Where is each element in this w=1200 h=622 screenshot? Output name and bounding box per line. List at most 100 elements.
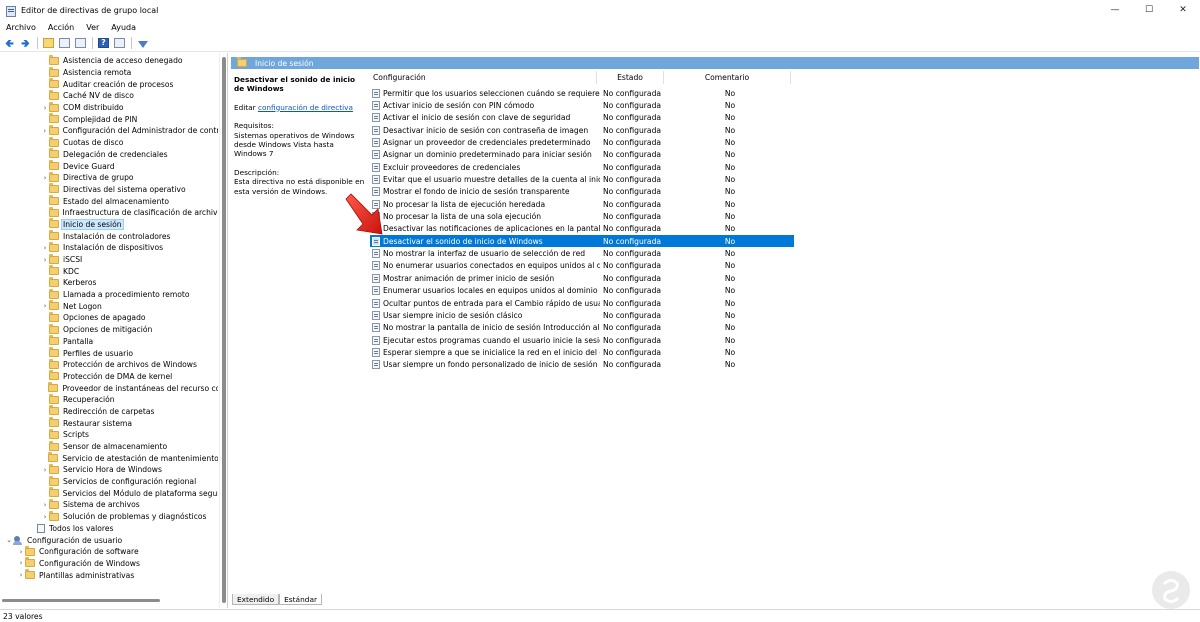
export-icon[interactable]	[74, 37, 87, 50]
tree-item-instalacion-de-dispositivos[interactable]: › Instalación de dispositivos	[0, 241, 218, 254]
close-icon[interactable]: ✕	[1166, 0, 1200, 20]
tree-item-com-distribuido[interactable]: › COM distribuido	[0, 101, 218, 114]
tree-item-directivas-del-sistema-operativo[interactable]: Directivas del sistema operativo	[0, 183, 218, 196]
tree-item-delegacion-de-credenciales[interactable]: Delegación de credenciales	[0, 148, 218, 161]
menu-archivo[interactable]: Archivo	[0, 23, 42, 32]
policy-row[interactable]: No procesar la lista de ejecución hereda…	[370, 198, 794, 210]
filter-icon[interactable]	[136, 37, 149, 50]
tab-extendido[interactable]: Extendido	[232, 594, 280, 605]
policy-row[interactable]: Usar siempre un fondo personalizado de i…	[370, 359, 794, 371]
policy-row[interactable]: No procesar la lista de una sola ejecuci…	[370, 210, 794, 222]
tree-item-llamada-a-procedimiento-remoto[interactable]: Llamada a procedimiento remoto	[0, 288, 218, 301]
tree-item-cache-nv-de-disco[interactable]: Caché NV de disco	[0, 89, 218, 102]
tree-item-asistencia-de-acceso-denegado[interactable]: Asistencia de acceso denegado	[0, 54, 218, 67]
maximize-icon[interactable]: ☐	[1132, 0, 1166, 20]
policy-row[interactable]: No enumerar usuarios conectados en equip…	[370, 260, 794, 272]
chevron-right-icon[interactable]: ›	[41, 256, 49, 264]
policy-row[interactable]: Enumerar usuarios locales en equipos uni…	[370, 285, 794, 297]
policy-row[interactable]: Activar el inicio de sesión con clave de…	[370, 112, 794, 124]
tree-item-configuracion-de-windows[interactable]: › Configuración de Windows	[0, 557, 218, 570]
tree-item-plantillas-administrativas[interactable]: › Plantillas administrativas	[0, 569, 218, 581]
tree-item-proteccion-de-dma-de-kernel[interactable]: Protección de DMA de kernel	[0, 370, 218, 383]
policy-row[interactable]: Esperar siempre a que se inicialice la r…	[370, 346, 794, 358]
column-header-estado[interactable]: Estado	[597, 71, 664, 84]
tree-item-auditar-creacion-de-procesos[interactable]: Auditar creación de procesos	[0, 78, 218, 90]
tab-estandar[interactable]: Estándar	[279, 594, 323, 605]
tree-item-recuperacion[interactable]: Recuperación	[0, 393, 218, 406]
policy-row[interactable]: Desactivar inicio de sesión con contrase…	[370, 124, 794, 136]
policy-row[interactable]: Evitar que el usuario muestre detalles d…	[370, 173, 794, 185]
tree-item-perfiles-de-usuario[interactable]: Perfiles de usuario	[0, 347, 218, 359]
chevron-right-icon[interactable]: ›	[41, 501, 49, 509]
menu-ayuda[interactable]: Ayuda	[105, 23, 142, 32]
tree-item-net-logon[interactable]: › Net Logon	[0, 300, 218, 312]
tree-item-infraestructura-de-clasificacion-de-archivos[interactable]: Infraestructura de clasificación de arch…	[0, 206, 218, 219]
tree-item-servicios-de-configuracion-regional[interactable]: Servicios de configuración regional	[0, 475, 218, 488]
policy-row[interactable]: No mostrar la interfaz de usuario de sel…	[370, 247, 794, 259]
menu-ver[interactable]: Ver	[80, 23, 105, 32]
tree-item-sistema-de-archivos[interactable]: › Sistema de archivos	[0, 498, 218, 511]
tree-item-redireccion-de-carpetas[interactable]: Redirección de carpetas	[0, 405, 218, 418]
forward-icon[interactable]: 🢂	[19, 37, 32, 50]
tree-item-kdc[interactable]: KDC	[0, 265, 218, 277]
policy-row[interactable]: Usar siempre inicio de sesión clásico No …	[370, 309, 794, 321]
column-header-comentario[interactable]: Comentario	[664, 71, 791, 84]
edit-policy-link[interactable]: configuración de directiva	[258, 103, 353, 112]
tree-item-solucion-de-problemas-y-diagnosticos[interactable]: › Solución de problemas y diagnósticos	[0, 510, 218, 523]
tree-item-instalacion-de-controladores[interactable]: Instalación de controladores	[0, 230, 218, 242]
tree-item-complejidad-de-pin[interactable]: Complejidad de PIN	[0, 113, 218, 125]
tree-item-pantalla[interactable]: Pantalla	[0, 335, 218, 348]
show-hide-tree-icon[interactable]	[58, 37, 71, 50]
up-folder-icon[interactable]	[42, 37, 55, 50]
policy-row[interactable]: Activar inicio de sesión con PIN cómodo N…	[370, 99, 794, 111]
policy-row[interactable]: Asignar un dominio predeterminado para i…	[370, 149, 794, 161]
tree-item-opciones-de-apagado[interactable]: Opciones de apagado	[0, 311, 218, 324]
tree-item-servicios-del-modulo-de-plataforma-segura[interactable]: Servicios del Módulo de plataforma segur…	[0, 487, 218, 499]
tree-item-iscsi[interactable]: › iSCSI	[0, 253, 218, 266]
policy-row[interactable]: Mostrar el fondo de inicio de sesión tra…	[370, 186, 794, 198]
tree-horizontal-scrollbar[interactable]	[2, 598, 217, 604]
policy-row[interactable]: Ocultar puntos de entrada para el Cambio…	[370, 297, 794, 309]
tree-item-cuotas-de-disco[interactable]: Cuotas de disco	[0, 136, 218, 149]
tree-item-configuracion-de-software[interactable]: › Configuración de software	[0, 545, 218, 558]
chevron-down-icon[interactable]: ⌄	[5, 536, 13, 544]
tree-item-servicio-hora-de-windows[interactable]: › Servicio Hora de Windows	[0, 463, 218, 476]
tree-item-device-guard[interactable]: Device Guard	[0, 160, 218, 172]
chevron-right-icon[interactable]: ›	[41, 513, 49, 521]
policy-row[interactable]: Excluir proveedores de credenciales No co…	[370, 161, 794, 173]
tree-item-todos-los-valores[interactable]: Todos los valores	[0, 523, 218, 535]
tree-item-proteccion-de-archivos-de-windows[interactable]: Protección de archivos de Windows	[0, 358, 218, 371]
policy-row[interactable]: Desactivar las notificaciones de aplicac…	[370, 223, 794, 235]
column-header-configuracion[interactable]: Configuración	[370, 71, 597, 84]
chevron-right-icon[interactable]: ›	[41, 174, 49, 182]
minimize-icon[interactable]: —	[1098, 0, 1132, 20]
chevron-right-icon[interactable]: ›	[41, 104, 49, 112]
tree-item-kerberos[interactable]: Kerberos	[0, 276, 218, 289]
policy-row[interactable]: Permitir que los usuarios seleccionen cu…	[370, 87, 794, 99]
tree-item-inicio-de-sesion[interactable]: Inicio de sesión	[0, 218, 218, 231]
tree-item-asistencia-remota[interactable]: Asistencia remota	[0, 66, 218, 79]
tree-item-configuracion-del-administrador-de-contro[interactable]: › Configuración del Administrador de cont…	[0, 124, 218, 137]
chevron-right-icon[interactable]: ›	[41, 127, 49, 135]
tree-item-directiva-de-grupo[interactable]: › Directiva de grupo	[0, 171, 218, 184]
tree-item-configuracion-de-usuario[interactable]: ⌄ Configuración de usuario	[0, 534, 218, 546]
menu-accion[interactable]: Acción	[42, 23, 80, 32]
tree-item-proveedor-de-instantaneas-del-recurso-com[interactable]: Proveedor de instantáneas del recurso co…	[0, 382, 218, 394]
tree-item-restaurar-sistema[interactable]: Restaurar sistema	[0, 417, 218, 429]
chevron-right-icon[interactable]: ›	[17, 571, 25, 579]
back-icon[interactable]: 🢀	[3, 37, 16, 50]
tree-vertical-scrollbar[interactable]	[219, 53, 227, 608]
tree-item-opciones-de-mitigacion[interactable]: Opciones de mitigación	[0, 323, 218, 336]
chevron-right-icon[interactable]: ›	[17, 548, 25, 556]
policy-row[interactable]: Mostrar animación de primer inicio de se…	[370, 272, 794, 284]
tree-item-scripts[interactable]: Scripts	[0, 428, 218, 441]
chevron-right-icon[interactable]: ›	[41, 302, 49, 310]
chevron-right-icon[interactable]: ›	[41, 466, 49, 474]
policy-row[interactable]: Asignar un proveedor de credenciales pre…	[370, 136, 794, 148]
properties-icon[interactable]	[113, 37, 126, 50]
tree-item-servicio-de-atestacion-de-mantenimiento-de[interactable]: Servicio de atestación de mantenimiento …	[0, 452, 218, 464]
policy-row[interactable]: Ejecutar estos programas cuando el usuar…	[370, 334, 794, 346]
tree-item-sensor-de-almacenamiento[interactable]: Sensor de almacenamiento	[0, 440, 218, 453]
policy-row[interactable]: No mostrar la pantalla de inicio de sesi…	[370, 322, 794, 334]
policy-row[interactable]: Desactivar el sonido de inicio de Window…	[370, 235, 794, 248]
